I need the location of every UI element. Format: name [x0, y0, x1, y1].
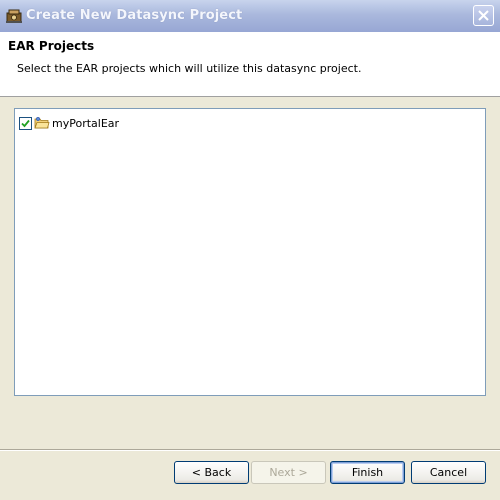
project-checkbox[interactable] [19, 116, 32, 130]
ear-project-icon [34, 116, 50, 130]
title-bar[interactable]: Create New Datasync Project [0, 0, 500, 33]
next-button[interactable]: Next > [251, 461, 326, 484]
finish-button[interactable]: Finish [330, 461, 405, 484]
wizard-header: EAR Projects Select the EAR projects whi… [0, 32, 500, 97]
ear-projects-tree[interactable]: myPortalEar [14, 108, 486, 396]
page-title: EAR Projects [8, 39, 95, 53]
tree-item-label: myPortalEar [52, 116, 120, 130]
close-button[interactable] [473, 5, 494, 26]
button-separator [0, 449, 500, 451]
close-icon [478, 10, 489, 21]
app-icon [5, 7, 23, 25]
back-button[interactable]: < Back [174, 461, 249, 484]
tree-item-myportalear[interactable]: myPortalEar [19, 115, 119, 131]
dialog-window: Create New Datasync Project EAR Projects… [0, 0, 500, 500]
checkmark-icon [21, 119, 30, 127]
cancel-button[interactable]: Cancel [411, 461, 486, 484]
page-description: Select the EAR projects which will utili… [17, 62, 362, 75]
window-title: Create New Datasync Project [26, 8, 243, 23]
